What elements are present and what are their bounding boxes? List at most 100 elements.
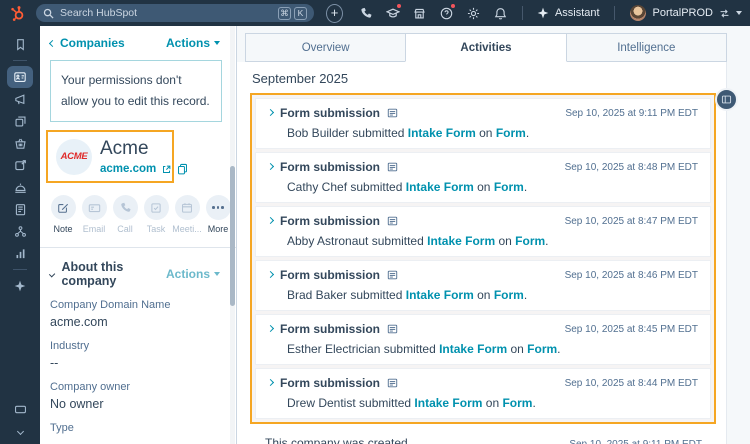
activity-card[interactable]: Form submission Sep 10, 2025 at 8:44 PM … (255, 368, 711, 419)
sidebar-item-marketing[interactable] (7, 88, 33, 110)
sidebar-item-automations[interactable] (7, 154, 33, 176)
intake-form-link[interactable]: Intake Form (439, 342, 507, 356)
sidebar-item-service[interactable] (7, 176, 33, 198)
form-icon (387, 270, 398, 280)
activity-timestamp: Sep 10, 2025 at 8:47 PM EDT (564, 215, 698, 227)
account-menu[interactable]: PortalPROD (622, 5, 750, 21)
activity-card[interactable]: Form submission Sep 10, 2025 at 8:45 PM … (255, 314, 711, 365)
activity-card[interactable]: Form submission Sep 10, 2025 at 9:11 PM … (255, 98, 711, 149)
sidebar-item-content[interactable] (7, 110, 33, 132)
activity-sentence: Abby Astronaut submitted Intake Form on … (287, 234, 549, 248)
form-page-link[interactable]: Form (515, 234, 545, 248)
sidebar-scroll-more[interactable] (7, 420, 33, 442)
expand-chevron-icon[interactable] (266, 216, 275, 225)
company-domain-link[interactable]: acme.com (100, 163, 156, 175)
intake-form-link[interactable]: Intake Form (427, 234, 495, 248)
note-button[interactable]: Note (48, 195, 78, 234)
crm-icon (14, 72, 26, 82)
form-icon (387, 378, 398, 388)
collapse-right-panel-button[interactable] (715, 88, 738, 111)
more-actions-button[interactable]: More (203, 195, 233, 234)
portal-name: PortalPROD (652, 7, 714, 19)
sidebar-item-crm[interactable] (7, 66, 33, 88)
help-icon[interactable] (433, 2, 460, 24)
about-section-toggle[interactable]: About this company (48, 260, 166, 288)
about-title-label: About this company (61, 260, 124, 288)
expand-chevron-icon[interactable] (266, 270, 275, 279)
expand-chevron-icon[interactable] (266, 108, 275, 117)
submitter-name: Esther Electrician (287, 342, 381, 356)
top-navbar: ⌘ K + Assistant PortalPROD (0, 0, 750, 26)
activity-type-label: Form submission (280, 376, 381, 390)
form-page-link[interactable]: Form (502, 396, 532, 410)
library-icon (15, 203, 25, 215)
cmd-key: ⌘ (278, 6, 291, 20)
call-button[interactable]: Call (110, 195, 140, 234)
email-icon (88, 203, 100, 212)
tab-activities[interactable]: Activities (405, 33, 567, 62)
form-icon (387, 162, 398, 172)
ellipsis-icon (212, 206, 224, 209)
about-actions-dropdown[interactable]: Actions (166, 267, 220, 281)
sidebar-item-more-tools[interactable] (7, 398, 33, 420)
field-industry: Industry -- (50, 340, 90, 370)
settings-gear-icon[interactable] (460, 2, 487, 24)
intake-form-link[interactable]: Intake Form (406, 180, 474, 194)
form-page-link[interactable]: Form (496, 126, 526, 140)
global-search[interactable]: ⌘ K (36, 4, 314, 22)
tab-intelligence[interactable]: Intelligence (565, 33, 727, 62)
sidebar-item-workflows[interactable] (7, 220, 33, 242)
navbar-divider (522, 6, 523, 20)
search-input[interactable] (60, 7, 272, 19)
quick-actions-row: Note Email Call Task Meeti... More (40, 183, 236, 234)
search-icon (43, 8, 54, 19)
expand-chevron-icon[interactable] (266, 378, 275, 387)
sparkle-icon (14, 280, 26, 292)
academy-icon[interactable] (379, 2, 406, 24)
form-page-link[interactable]: Form (494, 180, 524, 194)
expand-chevron-icon[interactable] (266, 162, 275, 171)
intake-form-link[interactable]: Intake Form (414, 396, 482, 410)
calendar-icon (182, 202, 192, 213)
service-dome-icon (14, 183, 26, 193)
intake-form-link[interactable]: Intake Form (408, 126, 476, 140)
hubspot-logo-icon[interactable] (9, 5, 26, 22)
intake-form-link[interactable]: Intake Form (406, 288, 474, 302)
activity-sentence: Drew Dentist submitted Intake Form on Fo… (287, 396, 536, 410)
copy-icon[interactable] (177, 163, 188, 175)
form-page-link[interactable]: Form (494, 288, 524, 302)
assistant-button[interactable]: Assistant (531, 7, 606, 19)
tab-overview[interactable]: Overview (245, 33, 407, 62)
panel-icon (721, 95, 732, 104)
panel-scrollbar-thumb[interactable] (230, 166, 235, 306)
activity-card[interactable]: Form submission Sep 10, 2025 at 8:47 PM … (255, 206, 711, 257)
activity-type-label: Form submission (280, 268, 381, 282)
sidebar-item-bookmarks[interactable] (7, 33, 33, 55)
meeting-button[interactable]: Meeti... (172, 195, 202, 234)
form-page-link[interactable]: Form (527, 342, 557, 356)
sidebar-item-commerce[interactable] (7, 132, 33, 154)
activity-card[interactable]: Form submission Sep 10, 2025 at 8:48 PM … (255, 152, 711, 203)
company-name: Acme (100, 138, 149, 159)
calls-icon[interactable] (352, 2, 379, 24)
email-button[interactable]: Email (79, 195, 109, 234)
back-to-companies-link[interactable]: Companies (48, 36, 125, 50)
company-header-highlight: ACME Acme acme.com (46, 130, 188, 183)
sidebar-item-reporting[interactable] (7, 242, 33, 264)
submitter-name: Bob Builder (287, 126, 350, 140)
sidebar-item-library[interactable] (7, 198, 33, 220)
chevron-left-icon (48, 39, 57, 47)
automations-icon (14, 159, 26, 170)
sidebar-item-copilot[interactable] (7, 275, 33, 297)
task-button[interactable]: Task (141, 195, 171, 234)
submitter-name: Drew Dentist (287, 396, 356, 410)
expand-chevron-icon[interactable] (266, 324, 275, 333)
form-icon (387, 324, 398, 334)
activity-type-label: Form submission (280, 106, 381, 120)
notifications-bell-icon[interactable] (487, 2, 514, 24)
activity-card[interactable]: Form submission Sep 10, 2025 at 8:46 PM … (255, 260, 711, 311)
company-created-event[interactable]: This company was created Sep 10, 2025 at… (237, 424, 726, 444)
create-button[interactable]: + (326, 3, 344, 23)
record-actions-dropdown[interactable]: Actions (166, 36, 220, 50)
marketplace-icon[interactable] (406, 2, 433, 24)
